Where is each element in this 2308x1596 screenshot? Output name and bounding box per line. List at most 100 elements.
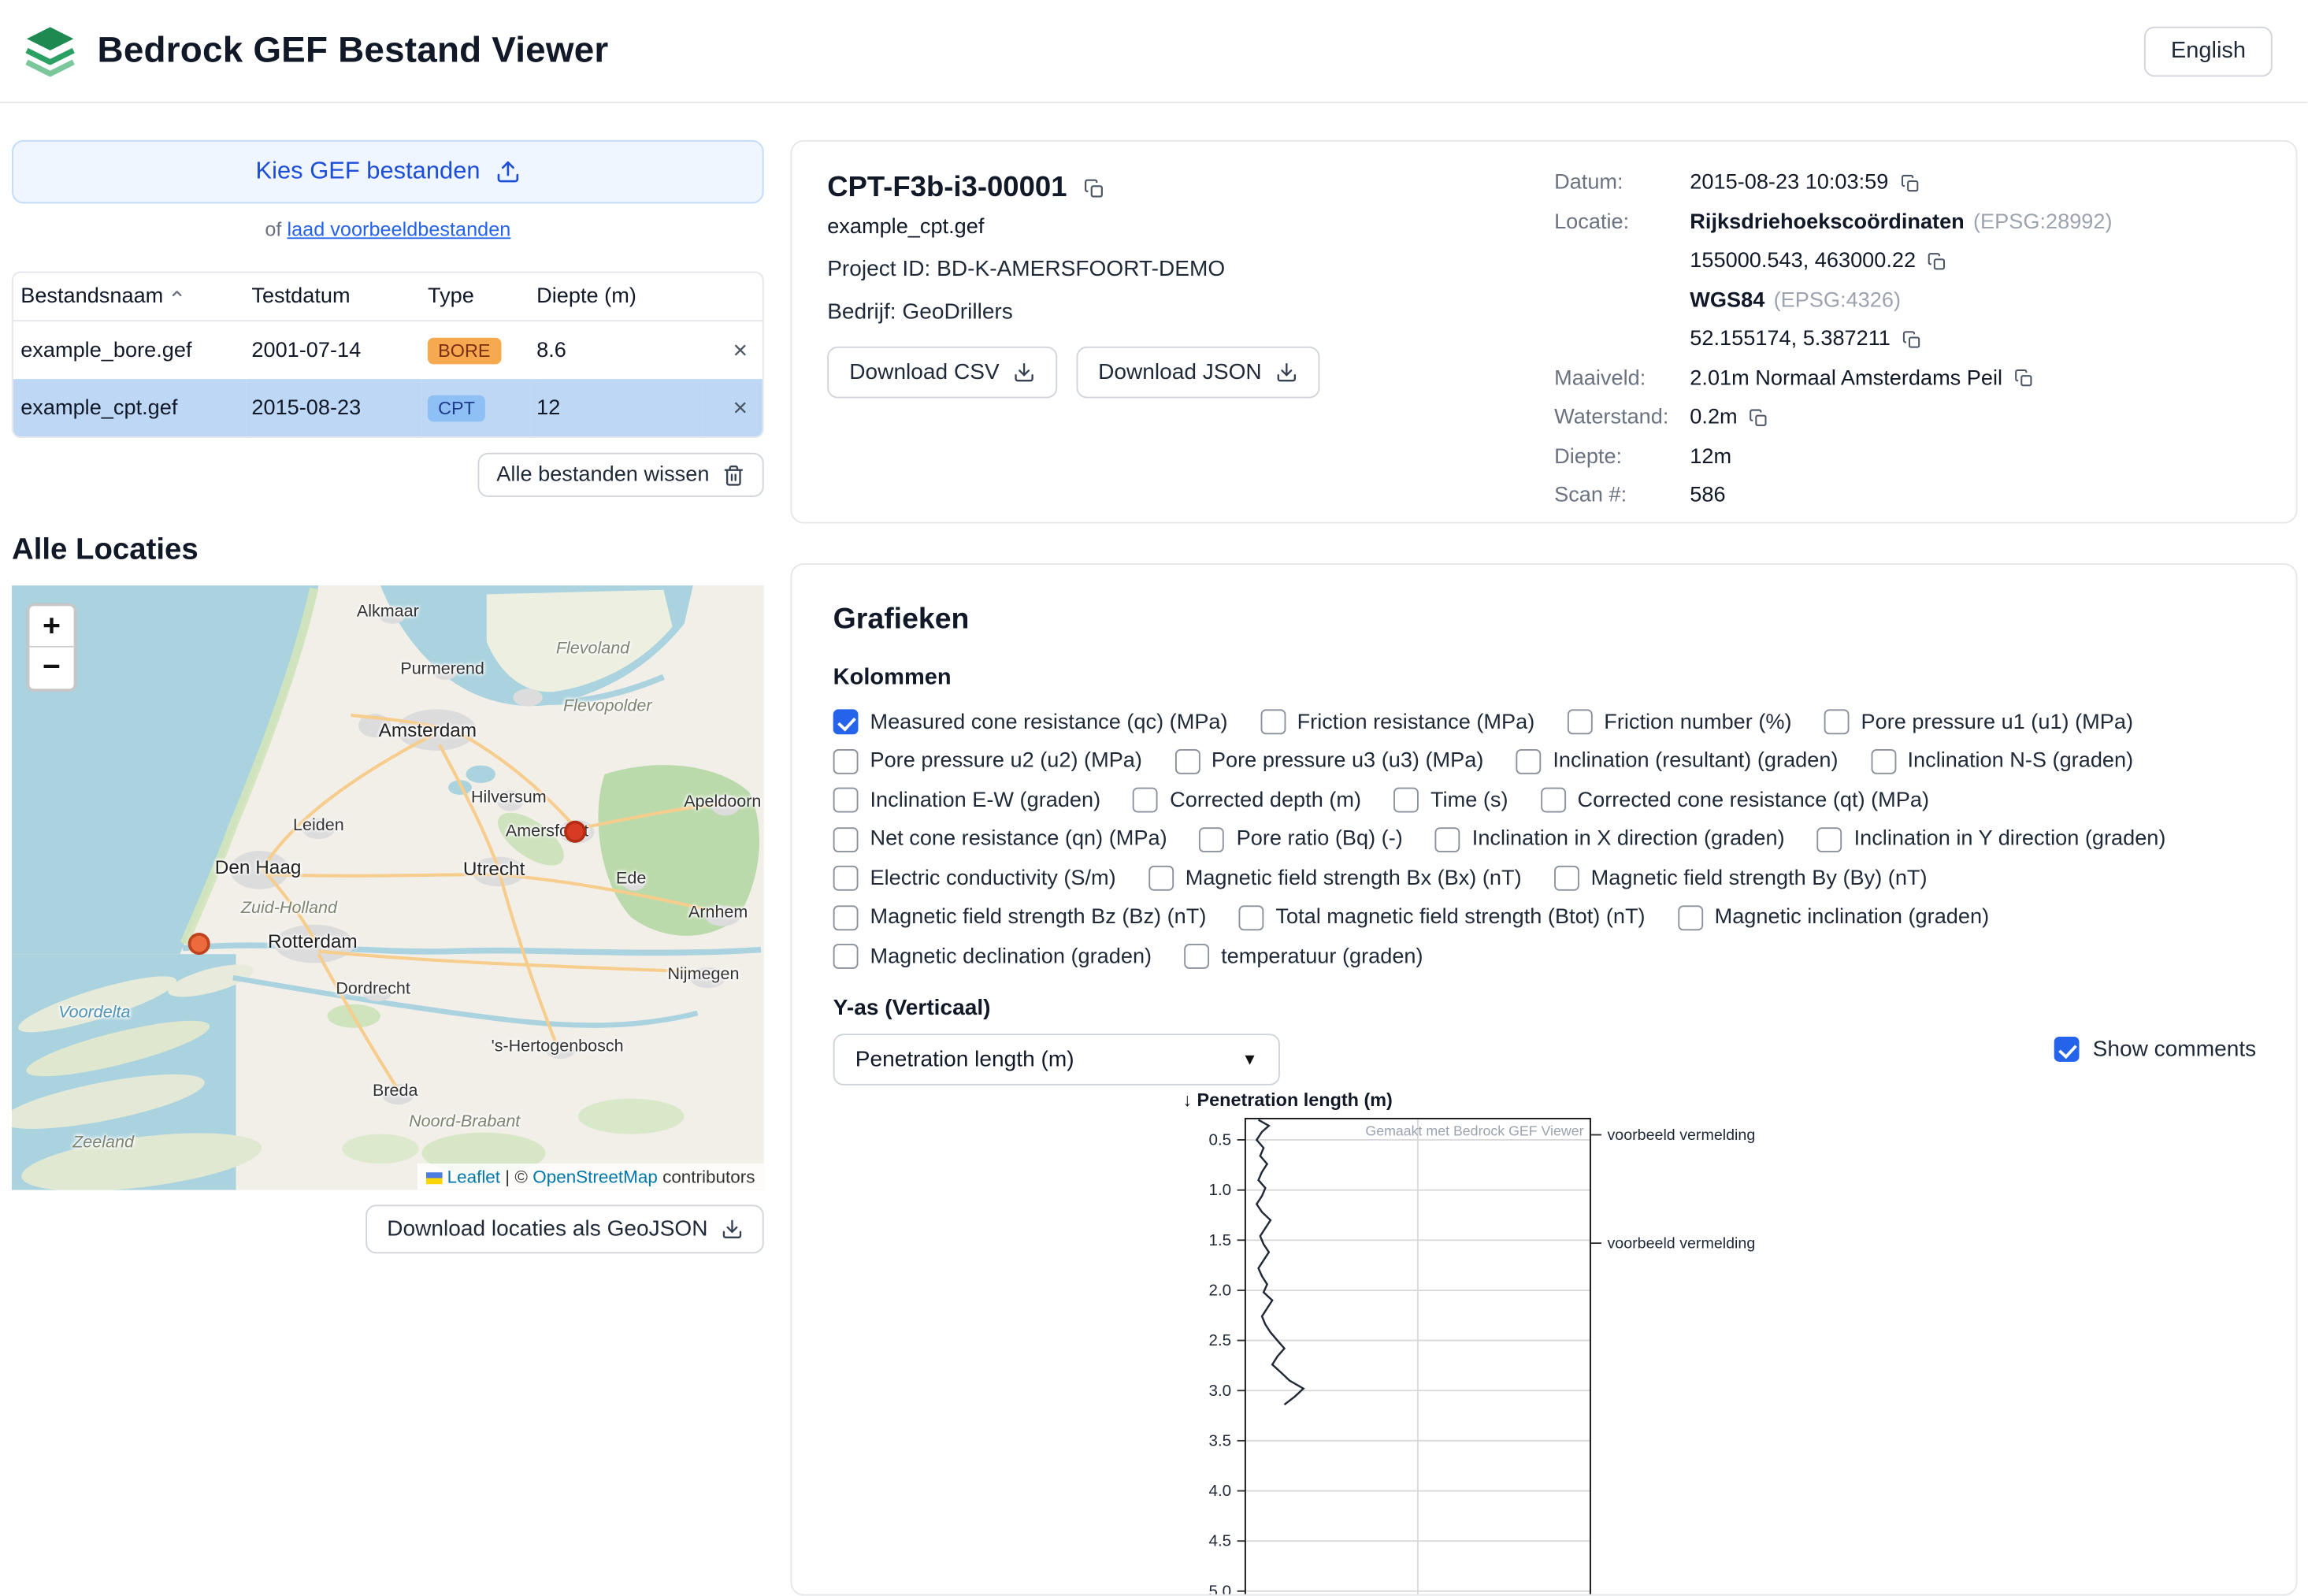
column-checkbox-label: Measured cone resistance (qc) (MPa) [870, 710, 1227, 733]
y-axis-selected-value: Penetration length (m) [855, 1047, 1074, 1072]
leaflet-link[interactable]: Leaflet [447, 1167, 500, 1187]
remove-file-button[interactable]: × [724, 392, 756, 423]
checkbox-unchecked-icon [1393, 788, 1419, 813]
meta-value: 586 [1690, 481, 2273, 510]
file-name: example_bore.gef [13, 321, 246, 379]
language-button[interactable]: English [2144, 26, 2273, 76]
remove-file-button[interactable]: × [724, 335, 756, 366]
y-axis-select[interactable]: Penetration length (m) ▼ [833, 1034, 1280, 1086]
copy-title-button[interactable] [1080, 175, 1107, 202]
column-checkbox-label: Inclination N-S (graden) [1907, 749, 2133, 773]
column-checkbox[interactable]: Pore pressure u2 (u2) (MPa) [833, 748, 1142, 774]
download-geojson-button[interactable]: Download locaties als GeoJSON [366, 1204, 764, 1253]
clear-all-files-button[interactable]: Alle bestanden wissen [477, 453, 764, 497]
column-checkbox-label: Corrected depth (m) [1170, 789, 1361, 812]
copy-value-button[interactable] [1924, 248, 1950, 273]
osm-link[interactable]: OpenStreetMap [532, 1167, 658, 1187]
load-examples-link[interactable]: laad voorbeeldbestanden [287, 218, 510, 240]
sounding-title: CPT-F3b-i3-00001 [827, 171, 1067, 205]
column-checkbox[interactable]: Inclination in Y direction (graden) [1817, 826, 2166, 852]
app-header: Bedrock GEF Bestand Viewer English [0, 0, 2308, 103]
file-depth: 8.6 [531, 321, 703, 379]
column-checkbox-label: Inclination in Y direction (graden) [1854, 827, 2166, 851]
column-checkbox[interactable]: Corrected cone resistance (qt) (MPa) [1541, 788, 1929, 813]
column-header-2[interactable]: Type [422, 273, 531, 321]
column-checkbox[interactable]: Friction number (%) [1567, 709, 1791, 734]
column-checkbox[interactable]: Measured cone resistance (qc) (MPa) [833, 709, 1228, 734]
column-checkbox[interactable]: Corrected depth (m) [1133, 788, 1361, 813]
column-checkbox[interactable]: Magnetic field strength By (By) (nT) [1554, 866, 1928, 891]
trash-icon [722, 464, 744, 486]
checkbox-unchecked-icon [833, 826, 859, 852]
checkbox-unchecked-icon [833, 748, 859, 774]
file-row[interactable]: example_bore.gef2001-07-14BORE8.6× [13, 321, 763, 379]
column-checkbox[interactable]: Electric conductivity (S/m) [833, 866, 1116, 891]
column-checkbox-label: Pore ratio (Bq) (-) [1237, 827, 1403, 851]
column-checkbox[interactable]: Magnetic field strength Bz (Bz) (nT) [833, 904, 1207, 930]
checkbox-unchecked-icon [1133, 788, 1158, 813]
column-checkbox[interactable]: Inclination (resultant) (graden) [1516, 748, 1839, 774]
copy-value-button[interactable] [2011, 366, 2036, 391]
file-row[interactable]: example_cpt.gef2015-08-23CPT12× [13, 379, 763, 436]
column-checkbox[interactable]: Magnetic field strength Bx (Bx) (nT) [1148, 866, 1522, 891]
column-checkbox[interactable]: Net cone resistance (qn) (MPa) [833, 826, 1167, 852]
page-title: Bedrock GEF Bestand Viewer [98, 30, 609, 71]
column-checkbox-label: Magnetic declination (graden) [870, 945, 1152, 968]
column-checkbox-label: Inclination E-W (graden) [870, 789, 1100, 812]
choose-gef-files-label: Kies GEF bestanden [256, 158, 481, 186]
column-header-3[interactable]: Diepte (m) [531, 273, 703, 321]
download-geojson-label: Download locaties als GeoJSON [387, 1216, 707, 1242]
all-locations-heading: Alle Locaties [12, 533, 764, 568]
column-checkbox[interactable]: Friction resistance (MPa) [1260, 709, 1534, 734]
column-checkbox-label: Friction resistance (MPa) [1297, 710, 1535, 733]
checkbox-unchecked-icon [1184, 944, 1209, 969]
location-marker[interactable] [188, 933, 210, 955]
locations-map[interactable]: AlkmaarPurmerendFlevolandAmsterdamFlevop… [12, 585, 764, 1190]
column-checkbox[interactable]: Inclination E-W (graden) [833, 788, 1100, 813]
checkbox-unchecked-icon [1554, 866, 1579, 891]
column-checkbox[interactable]: Pore pressure u1 (u1) (MPa) [1824, 709, 2133, 734]
svg-text:2.0: 2.0 [1209, 1281, 1232, 1299]
meta-value: 0.2m [1690, 403, 2273, 432]
meta-value: WGS84(EPSG:4326) [1690, 285, 2273, 314]
column-checkbox[interactable]: temperatuur (graden) [1184, 944, 1423, 969]
meta-value: 12m [1690, 442, 2273, 471]
map-attribution: Leaflet | © OpenStreetMap contributors [417, 1164, 764, 1190]
copy-value-button[interactable] [1899, 327, 1924, 352]
show-comments-checkbox[interactable]: Show comments [2054, 1037, 2256, 1062]
location-marker[interactable] [564, 821, 586, 843]
download-csv-label: Download CSV [849, 360, 999, 385]
columns-checkbox-list: Measured cone resistance (qc) (MPa) Frict… [833, 709, 2222, 968]
zoom-in-button[interactable]: + [29, 606, 73, 647]
column-checkbox[interactable]: Inclination N-S (graden) [1871, 748, 2133, 774]
map-zoom-control: + − [27, 603, 77, 692]
svg-text:0.5: 0.5 [1209, 1131, 1232, 1149]
choose-gef-files-button[interactable]: Kies GEF bestanden [12, 140, 764, 203]
download-json-button[interactable]: Download JSON [1076, 347, 1319, 399]
download-icon [1275, 362, 1297, 384]
svg-text:voorbeeld vermelding: voorbeeld vermelding [1607, 1126, 1755, 1144]
copy-value-button[interactable] [1746, 405, 1772, 430]
column-checkbox[interactable]: Pore pressure u3 (u3) (MPa) [1174, 748, 1483, 774]
column-checkbox-label: Magnetic field strength Bx (Bx) (nT) [1186, 867, 1522, 890]
column-checkbox[interactable]: Time (s) [1393, 788, 1508, 813]
app-root: Bedrock GEF Bestand Viewer English Kies … [0, 0, 2308, 1394]
column-checkbox[interactable]: Total magnetic field strength (Btot) (nT… [1239, 904, 1646, 930]
metadata-grid: Datum:2015-08-23 10:03:59Locatie:Rijksdr… [1554, 168, 2274, 510]
column-header-0[interactable]: Bestandsnaam [13, 273, 246, 321]
column-checkbox[interactable]: Pore ratio (Bq) (-) [1200, 826, 1403, 852]
zoom-out-button[interactable]: − [29, 648, 73, 689]
files-table-container: BestandsnaamTestdatumTypeDiepte (m) exam… [12, 271, 764, 438]
meta-label: Scan #: [1554, 481, 1690, 510]
column-header-1[interactable]: Testdatum [246, 273, 422, 321]
download-csv-button[interactable]: Download CSV [827, 347, 1057, 399]
copy-value-button[interactable] [1898, 170, 1923, 195]
svg-text:3.5: 3.5 [1209, 1431, 1232, 1449]
column-checkbox[interactable]: Magnetic inclination (graden) [1678, 904, 1989, 930]
checkbox-unchecked-icon [1200, 826, 1225, 852]
checkbox-unchecked-icon [1239, 904, 1264, 930]
column-checkbox[interactable]: Magnetic declination (graden) [833, 944, 1152, 969]
column-checkbox-label: Magnetic field strength Bz (Bz) (nT) [870, 905, 1206, 929]
column-checkbox[interactable]: Inclination in X direction (graden) [1435, 826, 1785, 852]
upload-icon [495, 159, 520, 184]
